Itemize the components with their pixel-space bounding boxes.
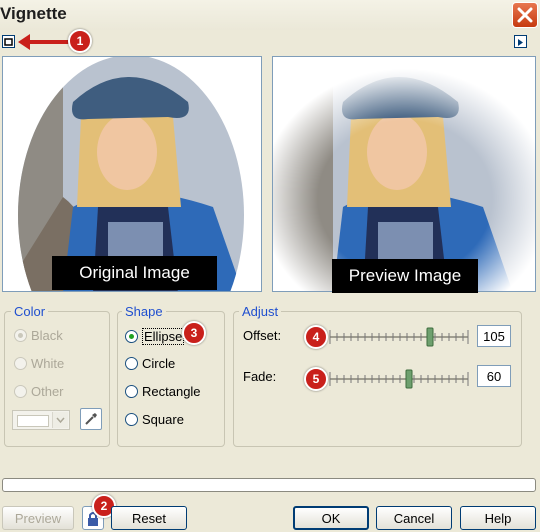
radio-circle-label: Circle (142, 356, 176, 371)
radio-ellipse[interactable]: Ellipse (125, 328, 185, 345)
offset-slider[interactable] (328, 324, 472, 350)
callout-badge-5: 5 (304, 367, 328, 391)
close-icon (517, 7, 533, 23)
fade-value-field[interactable]: 60 (477, 365, 511, 387)
shape-group-legend: Shape (122, 304, 166, 319)
chevron-down-icon (52, 412, 68, 428)
fade-slider-thumb (405, 369, 413, 389)
radio-button (125, 357, 138, 370)
radio-white[interactable]: White (14, 356, 64, 371)
radio-square-label: Square (142, 412, 184, 427)
preview-image-caption: Preview Image (332, 259, 478, 293)
original-image-caption: Original Image (52, 256, 217, 290)
window-title: Vignette (0, 4, 67, 23)
radio-black[interactable]: Black (14, 328, 63, 343)
eyedropper-icon (85, 413, 97, 425)
radio-rectangle[interactable]: Rectangle (125, 384, 201, 399)
radio-black-label: Black (31, 328, 63, 343)
preview-button[interactable]: Preview (2, 506, 74, 530)
expand-button[interactable] (514, 35, 527, 48)
color-swatch-dropdown[interactable] (12, 410, 70, 430)
title-bar (0, 0, 540, 30)
adjust-group-legend: Adjust (239, 304, 282, 319)
progress-bar (2, 478, 536, 492)
color-group-legend: Color (11, 304, 49, 319)
callout-badge-1: 1 (68, 29, 92, 53)
radio-button (14, 385, 27, 398)
radio-button (14, 329, 27, 342)
radio-square[interactable]: Square (125, 412, 184, 427)
fade-label: Fade: (243, 369, 277, 384)
fade-slider[interactable] (328, 366, 472, 392)
preview-image-pane (272, 56, 536, 292)
color-swatch (17, 415, 49, 427)
radio-white-label: White (31, 356, 65, 371)
cancel-button[interactable]: Cancel (376, 506, 452, 530)
eyedropper-button[interactable] (80, 408, 102, 430)
radio-button (125, 385, 138, 398)
radio-circle[interactable]: Circle (125, 356, 175, 371)
radio-other-label: Other (31, 384, 64, 399)
radio-rectangle-label: Rectangle (142, 384, 201, 399)
offset-value-field[interactable]: 105 (477, 325, 511, 347)
callout-arrow-icon (18, 34, 72, 50)
window-icon (4, 38, 13, 46)
close-button[interactable] (512, 2, 538, 28)
help-button[interactable]: Help (460, 506, 536, 530)
radio-button (125, 413, 138, 426)
ok-button[interactable]: OK (293, 506, 369, 530)
reset-button[interactable]: Reset (111, 506, 187, 530)
offset-label: Offset: (243, 328, 282, 343)
play-icon (518, 39, 523, 46)
radio-other[interactable]: Other (14, 384, 64, 399)
radio-button (14, 357, 27, 370)
callout-badge-4: 4 (304, 325, 328, 349)
preview-photo (273, 57, 535, 291)
radio-button (125, 330, 138, 343)
radio-ellipse-label: Ellipse (142, 328, 185, 345)
callout-badge-3: 3 (182, 321, 206, 345)
offset-slider-thumb (426, 327, 434, 347)
